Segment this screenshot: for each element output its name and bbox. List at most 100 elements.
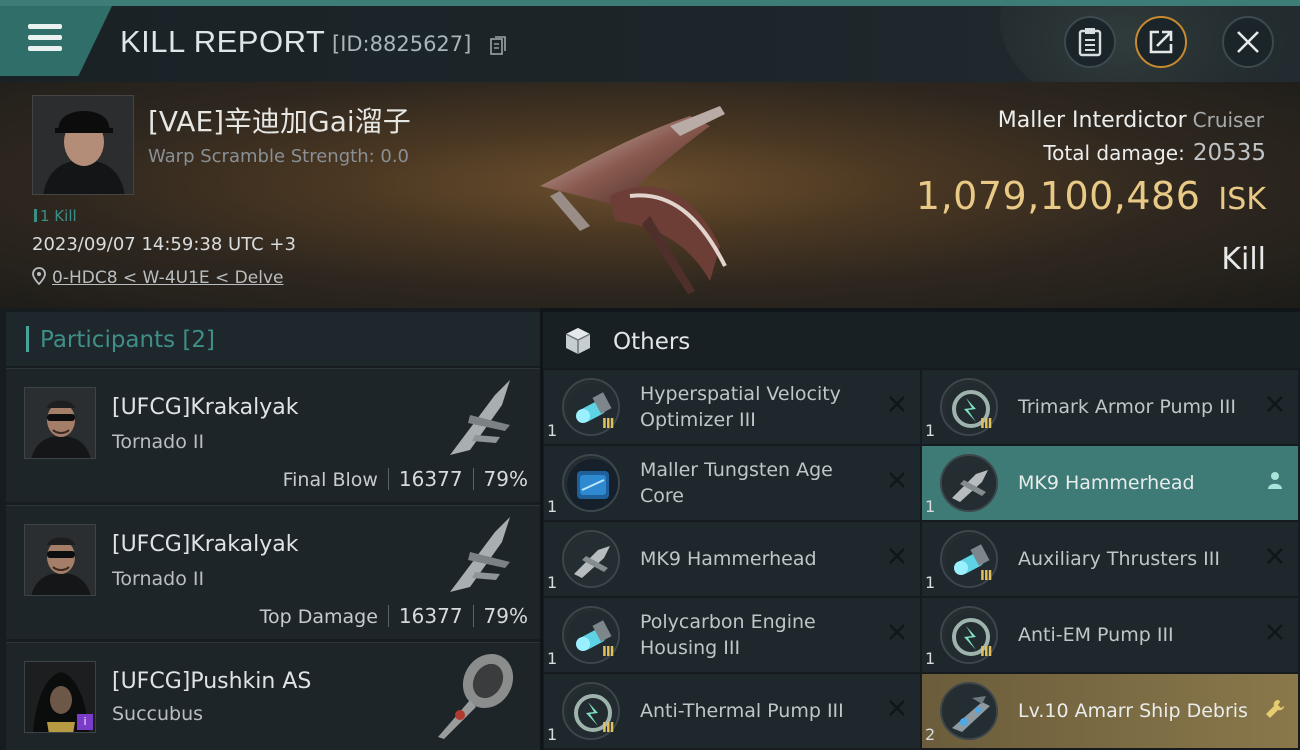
item-card[interactable]: 1 III Anti-Thermal Pump III [544, 674, 920, 748]
item-card[interactable]: 1 Maller Tungsten Age Core [544, 446, 920, 520]
participant-stats: Top Damage 16377 79% [260, 604, 528, 628]
participant-name: [UFCG]Krakalyak [112, 532, 299, 557]
item-name: MK9 Hammerhead [640, 548, 817, 570]
item-name: Trimark Armor Pump III [1018, 396, 1236, 418]
item-name: Hyperspatial Velocity Optimizer III [640, 383, 841, 431]
item-name: Anti-EM Pump III [1018, 624, 1174, 646]
share-icon [1149, 30, 1173, 54]
participant-ship-image [438, 653, 514, 739]
destroyed-x-icon [886, 470, 908, 492]
hamburger-icon [28, 24, 62, 29]
item-card[interactable]: 2 Lv.10 Amarr Ship Debris [922, 674, 1298, 748]
destroyed-x-icon [1264, 622, 1286, 644]
participants-header[interactable]: Participants [2] [6, 312, 540, 366]
stat-divider [472, 605, 474, 627]
victim-banner: [VAE]辛迪加Gai溜子 Warp Scramble Strength: 0.… [0, 82, 1300, 308]
item-quantity: 1 [925, 421, 936, 440]
close-button[interactable] [1222, 16, 1274, 68]
item-card[interactable]: 1 III Hyperspatial Velocity Optimizer III [544, 370, 920, 444]
debris-icon [940, 682, 998, 740]
item-quantity: 1 [925, 497, 936, 516]
victim-ship-image [540, 106, 727, 294]
tier-badge: III [602, 721, 614, 736]
damage-percent: 79% [483, 604, 528, 628]
stat-divider [387, 468, 389, 490]
item-quantity: 1 [547, 497, 558, 516]
location-pin-icon [32, 267, 46, 286]
item-name: MK9 Hammerhead [1018, 472, 1195, 494]
isk-unit: ISK [1218, 182, 1266, 217]
item-name: Lv.10 Amarr Ship Debris [1018, 700, 1248, 722]
participants-title: Participants [2] [40, 327, 215, 353]
participant-ship: Tornado II [112, 568, 205, 590]
others-title: Others [613, 329, 691, 355]
item-card[interactable]: 1 III Trimark Armor Pump III [922, 370, 1298, 444]
others-header: Others [543, 312, 1300, 368]
item-quantity: 1 [547, 573, 558, 592]
participant-card[interactable]: [UFCG]Krakalyak Tornado II Final Blow 163… [6, 368, 540, 502]
participant-stats: Final Blow 16377 79% [283, 467, 528, 491]
destroyed-x-icon [886, 394, 908, 416]
participant-avatar[interactable]: i [24, 661, 96, 733]
item-name: Anti-Thermal Pump III [640, 700, 844, 722]
participant-ship-image [450, 380, 510, 455]
total-damage-label: Total damage: [1043, 141, 1185, 165]
damage-percent: 79% [483, 467, 528, 491]
item-name: Polycarbon Engine Housing III [640, 611, 816, 659]
participant-name: [UFCG]Pushkin AS [112, 669, 312, 694]
stat-label: Final Blow [282, 469, 378, 491]
item-card[interactable]: 1 III Auxiliary Thrusters III [922, 522, 1298, 596]
item-card[interactable]: 1 MK9 Hammerhead [922, 446, 1298, 520]
destroyed-x-icon [1264, 546, 1286, 568]
location-link[interactable]: 0-HDC8 < W-4U1E < Delve [52, 268, 283, 288]
item-quantity: 1 [547, 725, 558, 744]
participant-card[interactable]: [UFCG]Krakalyak Tornado II Top Damage 163… [6, 505, 540, 639]
destroyed-x-icon [886, 698, 908, 720]
menu-button[interactable] [0, 6, 112, 76]
info-badge-icon: i [77, 714, 93, 730]
item-card[interactable]: 1 III Polycarbon Engine Housing III [544, 598, 920, 672]
pilot-avatar-icon [25, 388, 95, 458]
tier-badge: III [602, 417, 614, 432]
participants-panel: Participants [2] [UFCG]Krakalyak Tornado… [0, 308, 540, 750]
cube-icon [565, 328, 591, 354]
others-panel: Others 1 III Hyperspatial Velocity Optimiz… [543, 312, 1300, 750]
item-quantity: 2 [925, 725, 936, 744]
damage-value: 16377 [398, 467, 463, 491]
item-quantity: 1 [925, 649, 936, 668]
victim-name[interactable]: [VAE]辛迪加Gai溜子 [148, 100, 411, 140]
participant-card[interactable]: i [UFCG]Pushkin AS Succubus [6, 642, 540, 750]
drone-icon [940, 454, 998, 512]
tier-badge: III [980, 569, 992, 584]
clipboard-button[interactable] [1064, 16, 1116, 68]
pilot-avatar-icon [33, 96, 133, 194]
participant-avatar[interactable] [24, 387, 96, 459]
kill-datetime: 2023/09/07 14:59:38 UTC +3 [32, 234, 296, 255]
destroyed-x-icon [886, 622, 908, 644]
stat-label: Top Damage [259, 606, 378, 628]
total-damage: Total damage: 20535 [1043, 140, 1266, 166]
participants-label: Participants [40, 327, 176, 353]
share-button[interactable] [1135, 16, 1187, 68]
hamburger-icon-bar [28, 46, 62, 51]
kill-count: 1 Kill [34, 207, 77, 225]
isk-amount: 1,079,100,486 [915, 174, 1201, 218]
person-icon [1264, 470, 1286, 492]
copy-icon[interactable] [490, 36, 506, 56]
victim-portrait[interactable] [32, 95, 134, 195]
item-card[interactable]: 1 III Anti-EM Pump III [922, 598, 1298, 672]
pilot-avatar-icon [25, 525, 95, 595]
page-title: KILL REPORT [120, 24, 326, 59]
kill-location[interactable]: 0-HDC8 < W-4U1E < Delve [32, 267, 283, 288]
close-icon [1237, 31, 1259, 53]
item-card[interactable]: 1 MK9 Hammerhead [544, 522, 920, 596]
core-blue-icon [562, 454, 620, 512]
tier-badge: III [980, 417, 992, 432]
participant-avatar[interactable] [24, 524, 96, 596]
report-id: [ID:8825627] [332, 32, 472, 56]
hamburger-icon-bar [28, 35, 62, 40]
item-name: Auxiliary Thrusters III [1018, 548, 1220, 570]
kill-count-label: 1 Kill [40, 207, 77, 225]
damage-value: 16377 [398, 604, 463, 628]
participant-ship: Succubus [112, 703, 204, 725]
